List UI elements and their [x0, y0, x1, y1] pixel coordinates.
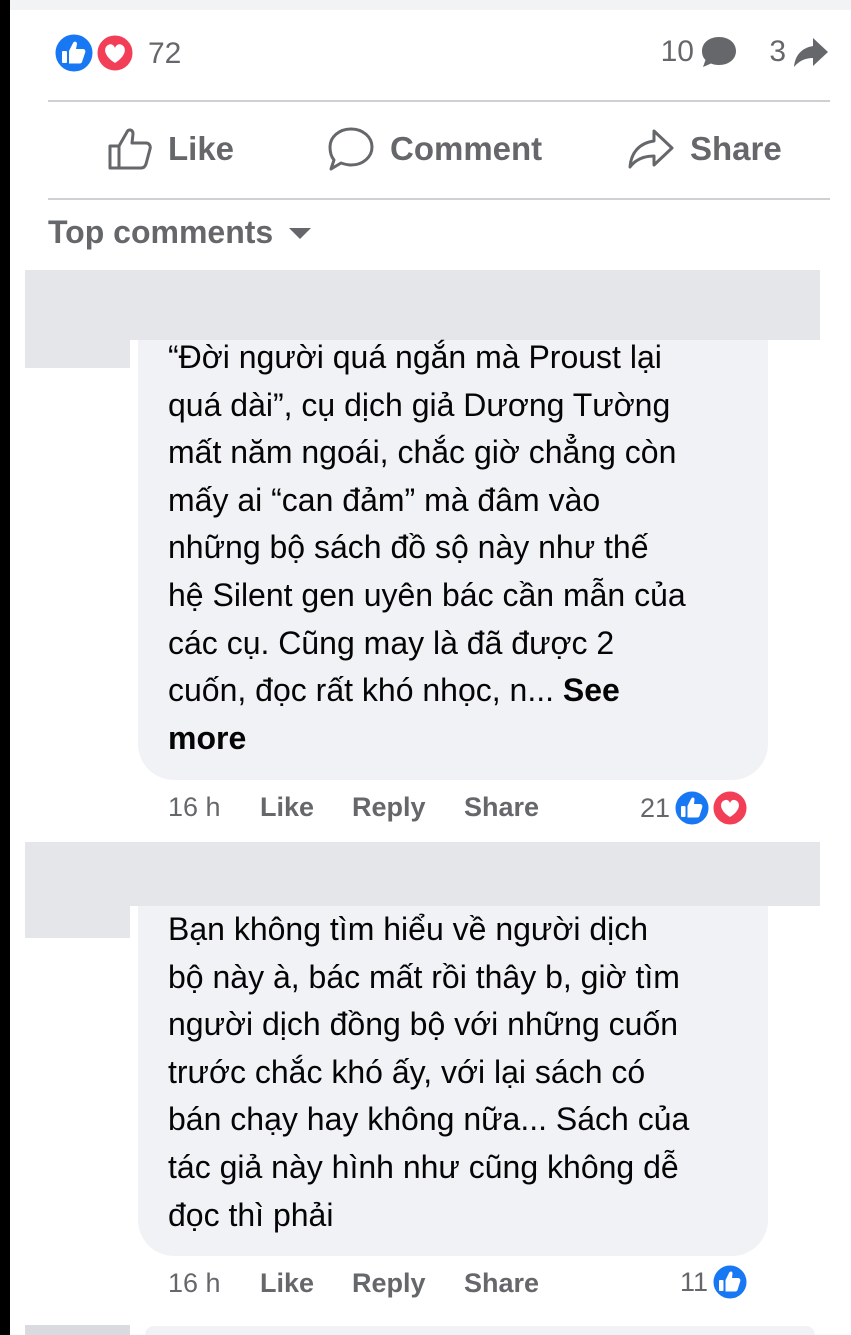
- comment-button[interactable]: Comment: [326, 126, 542, 172]
- thumbs-up-icon: [108, 128, 152, 170]
- comment-share-button[interactable]: Share: [464, 1268, 539, 1299]
- comment-button-label: Comment: [390, 130, 543, 167]
- comment-line: những bộ sách đồ sộ này như thế: [168, 529, 649, 566]
- redacted-author: [25, 842, 820, 906]
- comment-line: “Đời người quá ngắn mà Proust lại: [168, 339, 662, 375]
- comment-line: quá dài”, cụ dịch giả Dương Tường: [168, 386, 671, 423]
- comment-share-button[interactable]: Share: [464, 792, 539, 823]
- redacted-avatar: [25, 340, 130, 368]
- see-more-link-continued[interactable]: more: [168, 715, 758, 763]
- share-count[interactable]: 3: [769, 35, 830, 69]
- comment-line: trước chắc khó ấy, với lại sách có: [168, 1053, 646, 1090]
- comment-bubble-icon: [702, 37, 736, 67]
- share-button-label: Share: [690, 130, 782, 167]
- comment-reactions[interactable]: 11: [680, 1262, 750, 1302]
- love-icon: [710, 788, 750, 828]
- reaction-icons[interactable]: [51, 32, 141, 74]
- comment-count[interactable]: 10: [661, 35, 738, 69]
- like-icon: [672, 788, 712, 828]
- comment-reaction-count: 21: [640, 792, 671, 823]
- like-button-label: Like: [168, 130, 235, 167]
- comment-like-button[interactable]: Like: [260, 1268, 314, 1299]
- share-icon: [628, 129, 674, 169]
- reactions-summary: 72 10 3: [48, 30, 830, 76]
- comment-icon: [328, 127, 374, 171]
- see-more-link[interactable]: See: [563, 672, 620, 708]
- comment-line: người dịch đồng bộ với những cuốn: [168, 1006, 679, 1043]
- post-actions: Like Comment Share: [48, 102, 830, 198]
- share-count-value: 3: [769, 35, 786, 68]
- like-icon: [710, 1262, 750, 1302]
- comment-text: “Đời người quá ngắn mà Proust lại quá dà…: [168, 334, 758, 762]
- comment-line: mất năm ngoái, chắc giờ chẳng còn: [168, 434, 677, 471]
- left-edge-bar: [0, 0, 10, 1335]
- comment-line: cuốn, đọc rất khó nhọc, n... See: [168, 667, 758, 715]
- next-comment-bubble[interactable]: [145, 1326, 815, 1335]
- share-button[interactable]: Share: [626, 126, 782, 172]
- like-button[interactable]: Like: [106, 126, 234, 172]
- caret-down-icon: [289, 227, 312, 239]
- redacted-avatar-next: [25, 1325, 130, 1335]
- divider: [48, 198, 830, 200]
- top-strip: [10, 0, 851, 10]
- comment-line: đọc thì phải: [168, 1196, 334, 1233]
- comment-reply-button[interactable]: Reply: [352, 1268, 426, 1299]
- redacted-avatar: [25, 906, 130, 938]
- comment-sort-label: Top comments: [48, 214, 274, 250]
- comment-like-button[interactable]: Like: [260, 792, 314, 823]
- comment-meta: 16 h Like Reply Share: [168, 1264, 768, 1304]
- comment-reactions[interactable]: 21: [640, 788, 752, 828]
- redacted-author: [25, 270, 820, 340]
- share-arrow-icon: [794, 38, 828, 67]
- comment-timestamp[interactable]: 16 h: [168, 1268, 221, 1299]
- comment-line-text: cuốn, đọc rất khó nhọc, n...: [168, 672, 555, 709]
- comment-reaction-icons: [672, 788, 750, 828]
- comment-line: bán chạy hay không nữa... Sách của: [168, 1101, 690, 1138]
- comment-line: các cụ. Cũng may là đã được 2: [168, 624, 615, 661]
- comment-line: Bạn không tìm hiểu về người dịch: [168, 911, 649, 947]
- comment-count-value: 10: [660, 35, 694, 68]
- comment-line: bộ này à, bác mất rồi thây b, giờ tìm: [168, 958, 680, 995]
- comment-sort-dropdown[interactable]: Top comments: [48, 214, 313, 251]
- comment-timestamp[interactable]: 16 h: [168, 792, 221, 823]
- comment-text: Bạn không tìm hiểu về người dịch bộ này …: [168, 906, 758, 1239]
- comment-line: tác giả này hình như cũng không dễ: [168, 1148, 679, 1185]
- love-icon: [94, 32, 136, 74]
- comment-reply-button[interactable]: Reply: [352, 792, 426, 823]
- comment-line: mấy ai “can đảm” mà đâm vào: [168, 481, 601, 518]
- like-icon: [52, 32, 96, 74]
- comment-line: hệ Silent gen uyên bác cần mẫn của: [168, 576, 686, 613]
- reaction-count[interactable]: 72: [148, 37, 181, 71]
- comment-reaction-count: 11: [680, 1266, 709, 1297]
